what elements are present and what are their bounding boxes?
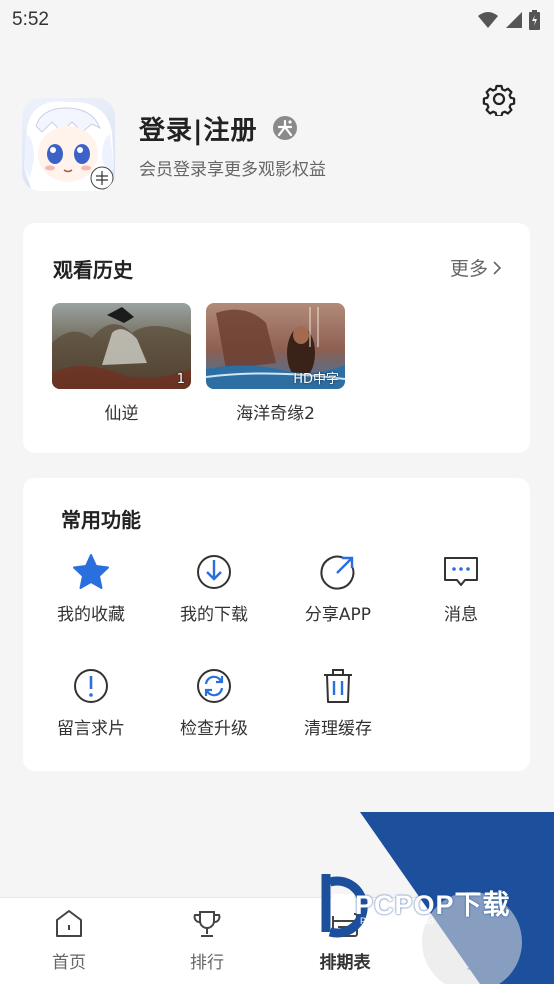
avatar[interactable] [22,98,115,191]
share-icon [320,555,355,590]
download-icon [197,555,231,589]
func-label: 留言求片 [57,719,125,739]
history-more-link[interactable]: 更多 [450,254,502,281]
watch-history-title: 观看历史 [53,258,133,282]
tab-label: 排期表 [319,953,371,973]
clear-cache-button[interactable]: 清理缓存 [278,666,398,739]
watermark-sub: PCPOP Download [360,916,434,926]
history-thumbnail[interactable]: 1 [52,303,191,389]
watch-history-card: 观看历史 更多 1 仙逆 HD中字 海洋奇缘2 [23,223,530,453]
settings-button[interactable] [482,82,516,118]
tab-label: 首页 [52,953,86,973]
tab-ranking[interactable]: 排行 [147,908,267,973]
history-badge: 1 [176,372,185,387]
messages-button[interactable]: 消息 [401,552,521,625]
tab-label: 我 [465,953,483,973]
history-title: 仙逆 [104,404,139,424]
common-functions-card: 常用功能 我的收藏 我的下载 分享APP 消息 留言求片 检查升级 清理缓存 [23,478,530,771]
request-movie-button[interactable]: 留言求片 [31,666,151,739]
tab-label: 排行 [190,953,224,973]
func-label: 清理缓存 [304,719,372,739]
anime-avatar-image [24,101,114,191]
profile-header[interactable]: 登录|注册 会员登录享更多观影权益 [22,98,326,191]
home-icon [56,910,82,937]
share-app-button[interactable]: 分享APP [278,552,398,625]
func-label: 检查升级 [180,719,248,739]
func-label: 我的下载 [180,605,248,625]
gear-icon [482,84,516,118]
status-bar: 5:52 [0,0,554,40]
status-icons [477,10,540,30]
chevron-right-icon [493,260,502,275]
exclamation-icon [74,669,108,703]
login-register-link[interactable]: 登录|注册 [139,110,258,147]
tab-home[interactable]: 首页 [9,908,129,973]
history-badge: HD中字 [293,372,339,387]
favorites-button[interactable]: 我的收藏 [31,552,151,625]
login-subtitle: 会员登录享更多观影权益 [139,159,326,180]
history-title: 海洋奇缘2 [236,404,315,424]
history-item[interactable]: HD中字 海洋奇缘2 [206,303,345,424]
star-icon [73,554,109,589]
check-update-button[interactable]: 检查升级 [154,666,274,739]
wifi-icon [478,12,498,28]
downloads-button[interactable]: 我的下载 [154,552,274,625]
common-functions-title: 常用功能 [61,508,141,532]
signal-icon [506,12,522,28]
func-label: 消息 [444,605,478,625]
refresh-icon [197,669,231,703]
vip-badge-icon [272,116,297,140]
func-label: 分享APP [304,605,372,625]
history-more-label: 更多 [449,258,488,280]
poster-image [52,303,191,389]
status-time: 5:52 [12,9,49,30]
profile-text: 登录|注册 会员登录享更多观影权益 [139,110,326,180]
history-thumbnail[interactable]: HD中字 [206,303,345,389]
history-item[interactable]: 1 仙逆 [52,303,191,424]
func-label: 我的收藏 [57,605,125,625]
login-row: 登录|注册 [139,110,326,147]
battery-icon [529,10,540,30]
trash-icon [324,669,352,703]
message-icon [444,557,478,586]
trophy-icon [193,911,221,937]
